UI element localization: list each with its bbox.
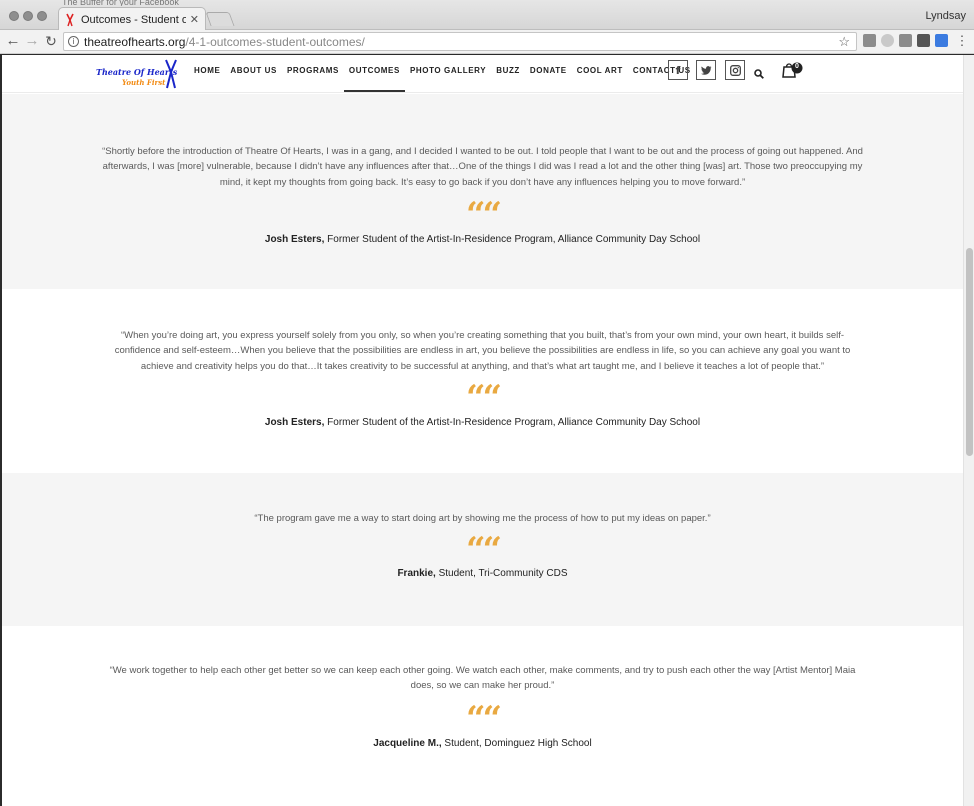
testimonial-role: Student, Dominguez High School <box>444 737 592 749</box>
new-tab-button[interactable] <box>205 12 235 26</box>
nav-donate[interactable]: DONATE <box>525 55 572 92</box>
testimonial-block: “We work together to help each other get… <box>2 626 963 806</box>
quote-mark-icon: ““ <box>2 702 963 736</box>
testimonial-name: Josh Esters, <box>264 233 325 245</box>
site-header: Theatre Of Hearts Youth First HOME ABOUT… <box>2 55 963 93</box>
testimonial-block: “Shortly before the introduction of Thea… <box>2 94 963 289</box>
main-nav: HOME ABOUT US PROGRAMS OUTCOMES PHOTO GA… <box>189 55 696 92</box>
cart-count: 0 <box>795 63 799 70</box>
nav-photo-gallery[interactable]: PHOTO GALLERY <box>405 55 491 92</box>
twitter-icon[interactable] <box>696 60 716 80</box>
info-icon[interactable]: i <box>68 36 79 47</box>
address-bar[interactable]: i theatreofhearts.org /4-1-outcomes-stud… <box>63 32 857 51</box>
web-page: Theatre Of Hearts Youth First HOME ABOUT… <box>2 55 963 806</box>
extension-icon[interactable] <box>935 34 948 47</box>
logo-figure-icon <box>165 59 177 89</box>
back-arrow-icon[interactable]: ← <box>4 32 22 50</box>
nav-outcomes[interactable]: OUTCOMES <box>343 55 405 92</box>
testimonial-text: “We work together to help each other get… <box>109 665 856 692</box>
camera-icon[interactable] <box>863 34 876 47</box>
quote-mark-glyph: “ <box>465 194 485 235</box>
maximize-window-button[interactable] <box>37 11 47 21</box>
facebook-icon[interactable]: f <box>668 60 688 80</box>
testimonial-attribution: Jacqueline M., Student, Dominguez High S… <box>2 738 963 749</box>
quote-mark-glyph: “ <box>482 530 502 571</box>
testimonial-role: Former Student of the Artist-In-Residenc… <box>327 416 701 428</box>
nav-programs[interactable]: PROGRAMS <box>282 55 344 92</box>
search-icon[interactable] <box>754 66 764 84</box>
star-icon[interactable]: ☆ <box>838 34 850 50</box>
shopping-bag-icon[interactable]: 0 <box>782 62 806 83</box>
testimonial-attribution: Josh Esters, Former Student of the Artis… <box>2 417 963 428</box>
nav-about-us[interactable]: ABOUT US <box>225 55 282 92</box>
testimonial-name: Josh Esters, <box>264 416 325 428</box>
site-logo[interactable]: Theatre Of Hearts Youth First <box>95 59 179 89</box>
extension-icon[interactable] <box>917 34 930 47</box>
close-window-button[interactable] <box>9 11 19 21</box>
testimonial-text: “The program gave me a way to start doin… <box>254 513 711 524</box>
nav-buzz[interactable]: BUZZ <box>491 55 525 92</box>
testimonial-block: “The program gave me a way to start doin… <box>2 473 963 626</box>
page-scrollbar[interactable] <box>963 55 974 806</box>
tab-title: Outcomes - Student outcomes <box>81 13 186 26</box>
background-tab-strip[interactable]: The Buffer for your Facebook <box>62 0 562 6</box>
quote-mark-icon: ““ <box>2 381 963 415</box>
testimonial-text: “Shortly before the introduction of Thea… <box>102 146 863 188</box>
profile-name[interactable]: Lyndsay <box>925 10 966 22</box>
quote-mark-glyph: “ <box>465 698 485 739</box>
browser-tab-active[interactable]: Outcomes - Student outcomes ✕ <box>58 7 206 31</box>
quote-mark-glyph: “ <box>465 377 485 418</box>
quote-mark-glyph: “ <box>482 194 502 235</box>
quote-mark-glyph: “ <box>482 698 502 739</box>
logo-line2: Youth First <box>122 78 166 87</box>
testimonial-text: “When you’re doing art, you express your… <box>114 330 851 372</box>
browser-tab-strip: The Buffer for your Facebook Outcomes - … <box>0 0 974 31</box>
forward-arrow-icon[interactable]: → <box>23 32 41 50</box>
testimonial-role: Former Student of the Artist-In-Residenc… <box>327 233 701 245</box>
testimonial-role: Student, Tri-Community CDS <box>438 568 568 580</box>
extension-icon[interactable] <box>881 34 894 47</box>
facebook-letter: f <box>675 63 681 77</box>
tab-close-icon[interactable]: ✕ <box>190 13 199 26</box>
nav-home[interactable]: HOME <box>189 55 225 92</box>
scrollbar-thumb[interactable] <box>966 248 973 456</box>
instagram-glyph-icon <box>729 64 741 76</box>
testimonial-block: “When you’re doing art, you express your… <box>2 289 963 473</box>
testimonial-attribution: Josh Esters, Former Student of the Artis… <box>2 234 963 245</box>
menu-dots-icon[interactable]: ⋮ <box>953 32 971 50</box>
nav-cool-art[interactable]: COOL ART <box>572 55 628 92</box>
quote-mark-icon: ““ <box>2 533 963 567</box>
url-host: theatreofhearts.org <box>84 34 186 49</box>
quote-mark-glyph: “ <box>482 377 502 418</box>
testimonial-name: Frankie, <box>397 568 436 580</box>
instagram-icon[interactable] <box>725 60 745 80</box>
twitter-bird-icon <box>700 65 711 75</box>
testimonial-name: Jacqueline M., <box>373 737 442 749</box>
minimize-window-button[interactable] <box>23 11 33 21</box>
testimonial-attribution: Frankie, Student, Tri-Community CDS <box>2 568 963 579</box>
site-favicon-icon <box>65 13 75 27</box>
reload-icon[interactable]: ↻ <box>42 32 60 50</box>
browser-toolbar: ← → ↻ i theatreofhearts.org /4-1-outcome… <box>0 30 974 54</box>
quote-mark-icon: ““ <box>2 198 963 232</box>
extension-icon[interactable] <box>899 34 912 47</box>
url-path: /4-1-outcomes-student-outcomes/ <box>185 34 365 49</box>
quote-mark-glyph: “ <box>465 530 485 571</box>
